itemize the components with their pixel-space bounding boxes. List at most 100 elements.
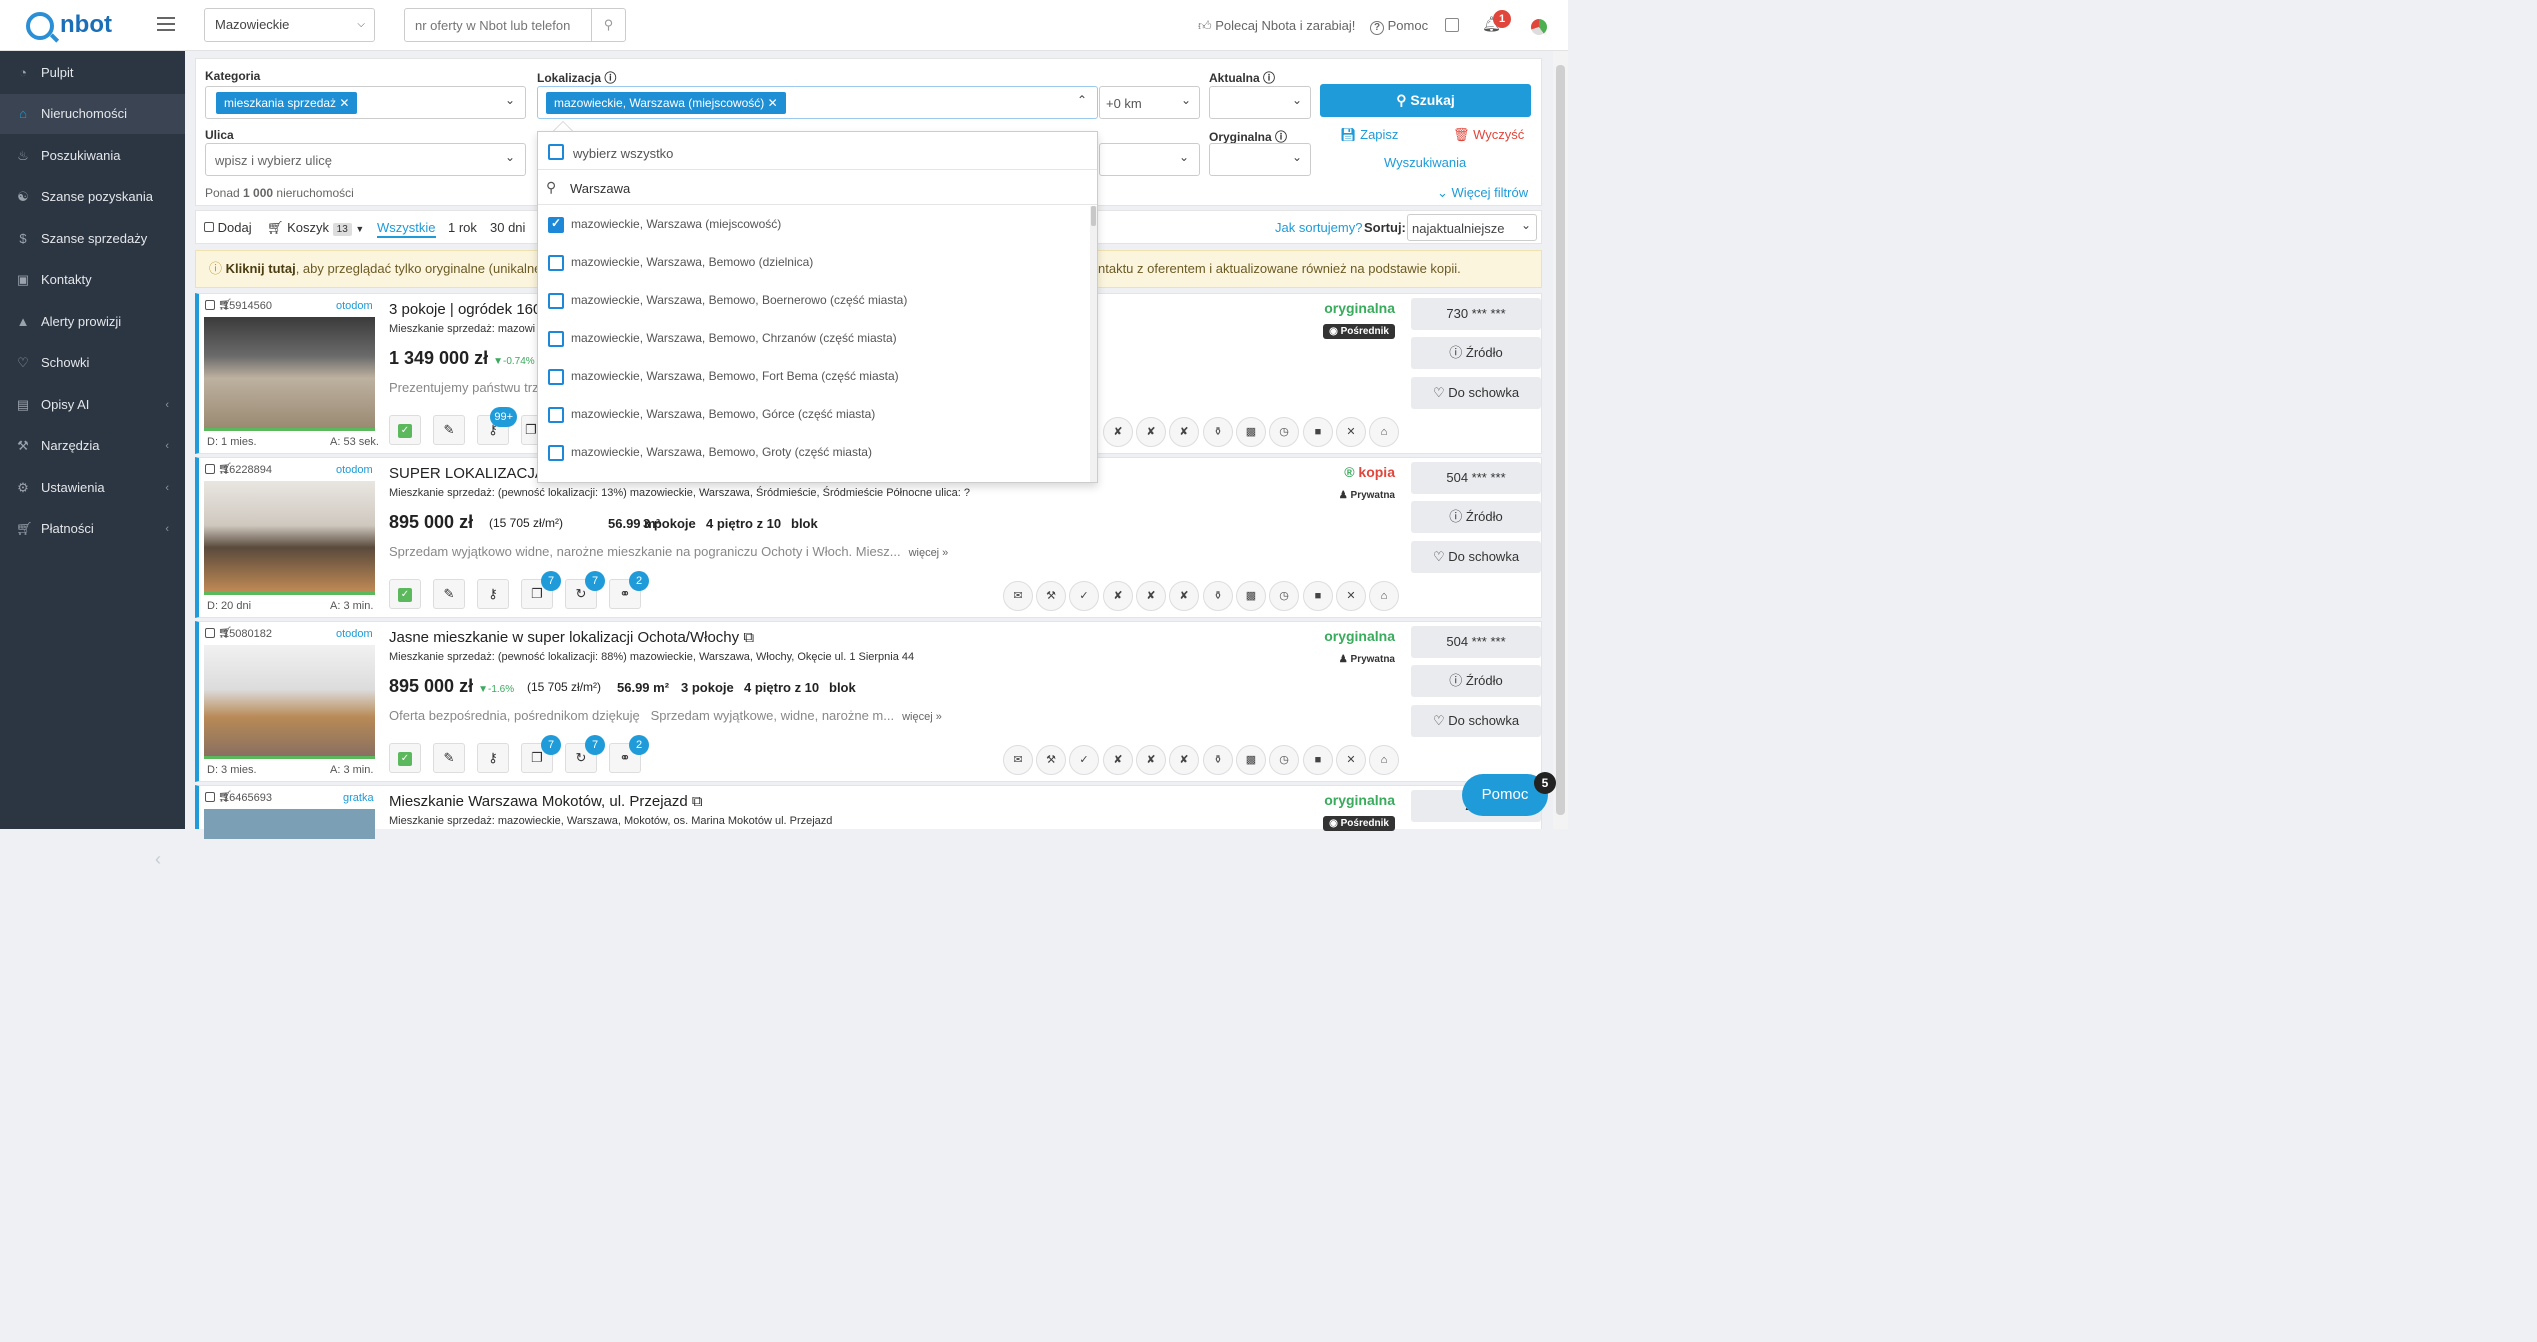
- sidebar-item-nieruchomosci[interactable]: ⌂ Nieruchomości: [0, 94, 185, 134]
- edit-icon[interactable]: ✎: [433, 415, 465, 445]
- dropdown-scrollbar[interactable]: [1090, 206, 1097, 482]
- location-option[interactable]: mazowieckie, Warszawa, Bemowo (dzielnica…: [538, 244, 1090, 282]
- key-icon[interactable]: ⚱: [1203, 417, 1233, 447]
- listing-photo[interactable]: [204, 481, 375, 595]
- more-filters-link[interactable]: ⌄ Więcej filtrów: [1437, 185, 1528, 201]
- phone-button[interactable]: 730 *** ***: [1411, 298, 1541, 330]
- copy-icon[interactable]: ❐ 7: [521, 571, 561, 609]
- close-icon[interactable]: ✕: [768, 96, 778, 110]
- save-to-clipboard-button[interactable]: ♡ Do schowka: [1411, 705, 1541, 737]
- edit-icon[interactable]: ✎: [433, 743, 465, 773]
- duplicates-icon[interactable]: ⚷ 99+: [477, 407, 517, 445]
- location-filter-input[interactable]: Warszawa: [570, 181, 630, 196]
- action-icon[interactable]: ✘: [1103, 745, 1133, 775]
- clear-link[interactable]: 🗑︎ Wyczyść: [1453, 127, 1524, 143]
- bank-icon[interactable]: ⌂: [1369, 745, 1399, 775]
- sidebar-item-alerty-prowizji[interactable]: ▲ Alerty prowizji: [0, 302, 185, 342]
- save-search-link[interactable]: 💾︎ Zapisz: [1340, 127, 1398, 143]
- location-option[interactable]: mazowieckie, Warszawa, Bemowo, Fort Bema…: [538, 358, 1090, 396]
- location-option[interactable]: mazowieckie, Warszawa, Bemowo, Groty (cz…: [538, 434, 1090, 472]
- help-link[interactable]: ? Pomoc: [1370, 18, 1428, 35]
- refresh-icon[interactable]: ↻ 7: [565, 571, 605, 609]
- status-check-button[interactable]: ✓: [389, 743, 421, 773]
- tab-30-days[interactable]: 30 dni: [490, 220, 525, 235]
- search-button[interactable]: ⚲ Szukaj: [1320, 84, 1531, 117]
- action-icon[interactable]: ✘: [1169, 745, 1199, 775]
- sidebar-item-poszukiwania[interactable]: ♨ Poszukiwania: [0, 136, 185, 176]
- option-checkbox[interactable]: [548, 216, 564, 233]
- street-select[interactable]: wpisz i wybierz ulicę ⌄: [205, 143, 526, 176]
- close-icon[interactable]: ✕: [1336, 745, 1366, 775]
- phone-button[interactable]: 504 *** ***: [1411, 462, 1541, 494]
- searches-link[interactable]: Wyszukiwania: [1384, 155, 1466, 170]
- select-checkbox[interactable]: [205, 464, 215, 474]
- briefcase-icon[interactable]: ▩: [1236, 745, 1266, 775]
- original-select[interactable]: ⌄: [1209, 143, 1311, 176]
- status-check-button[interactable]: ✓: [389, 579, 421, 609]
- sort-select[interactable]: najaktualniejsze ⌄: [1407, 214, 1537, 241]
- action-icon[interactable]: ✘: [1136, 745, 1166, 775]
- search-icon[interactable]: ⚲: [591, 9, 625, 41]
- location-option[interactable]: mazowieckie, Warszawa, Bemowo, Boernerow…: [538, 282, 1090, 320]
- listing-source[interactable]: otodom: [336, 300, 373, 312]
- bank-icon[interactable]: ⌂: [1369, 581, 1399, 611]
- calendar-icon[interactable]: [1445, 18, 1459, 32]
- tab-all[interactable]: Wszystkie: [377, 220, 436, 238]
- action-icon[interactable]: ✘: [1136, 417, 1166, 447]
- category-select[interactable]: mieszkania sprzedaż ✕ ⌄: [205, 86, 526, 119]
- listing-photo[interactable]: [204, 645, 375, 759]
- close-icon[interactable]: ✕: [339, 96, 349, 110]
- sidebar-item-ustawienia[interactable]: ⚙ Ustawienia ‹: [0, 468, 185, 508]
- recommend-link[interactable]: 👍︎ Polecaj Nbota i zarabiaj!: [1198, 18, 1355, 34]
- listing-card[interactable]: 🛒︎ 16465693 gratka Mieszkanie Warszawa M…: [195, 785, 1542, 839]
- check-icon[interactable]: ✓: [1069, 581, 1099, 611]
- current-select[interactable]: ⌄: [1209, 86, 1311, 119]
- select-all-checkbox[interactable]: [548, 144, 564, 160]
- listing-source[interactable]: otodom: [336, 464, 373, 476]
- link-icon[interactable]: ⚭ 2: [609, 571, 649, 609]
- avatar[interactable]: [1531, 19, 1547, 35]
- save-to-clipboard-button[interactable]: ♡ Do schowka: [1411, 541, 1541, 573]
- more-link[interactable]: więcej »: [902, 711, 942, 723]
- close-icon[interactable]: ✕: [1336, 417, 1366, 447]
- lock-icon[interactable]: ■: [1303, 581, 1333, 611]
- sidebar-item-szanse-pozyskania[interactable]: ☯ Szanse pozyskania: [0, 177, 185, 217]
- close-icon[interactable]: ✕: [1336, 581, 1366, 611]
- help-chat-button[interactable]: Pomoc 5: [1462, 772, 1556, 816]
- more-link[interactable]: więcej »: [909, 547, 949, 559]
- select-checkbox[interactable]: [205, 792, 215, 802]
- sidebar-item-opisy-ai[interactable]: ▤ Opisy AI ‹: [0, 385, 185, 425]
- listing-title[interactable]: Mieszkanie Warszawa Mokotów, ul. Przejaz…: [389, 793, 703, 810]
- sidebar-item-kontakty[interactable]: ▣ Kontakty: [0, 260, 185, 300]
- duplicates-icon[interactable]: ⚷: [477, 579, 509, 609]
- key-icon[interactable]: ⚱: [1203, 745, 1233, 775]
- location-option[interactable]: mazowieckie, Warszawa, Bemowo, Górce (cz…: [538, 396, 1090, 434]
- listing-title[interactable]: SUPER LOKALIZACJA N: [389, 465, 559, 482]
- region-select[interactable]: Mazowieckie ⌵: [204, 8, 375, 42]
- refresh-icon[interactable]: ↻ 7: [565, 735, 605, 773]
- duplicates-icon[interactable]: ⚷: [477, 743, 509, 773]
- sidebar-collapse-icon[interactable]: ‹: [155, 849, 161, 870]
- add-checkbox[interactable]: Dodaj: [204, 220, 252, 235]
- listing-title[interactable]: 3 pokoje | ogródek 160: [389, 301, 541, 318]
- option-checkbox[interactable]: [548, 293, 564, 309]
- option-checkbox[interactable]: [548, 407, 564, 423]
- clock-icon[interactable]: ◷: [1269, 581, 1299, 611]
- edit-icon[interactable]: ✎: [433, 579, 465, 609]
- select-checkbox[interactable]: [205, 628, 215, 638]
- option-checkbox[interactable]: [548, 331, 564, 347]
- bank-icon[interactable]: ⌂: [1369, 417, 1399, 447]
- save-to-clipboard-button[interactable]: ♡ Do schowka: [1411, 377, 1541, 409]
- listing-source[interactable]: otodom: [336, 628, 373, 640]
- envelope-icon[interactable]: ✉: [1003, 745, 1033, 775]
- extra-select[interactable]: ⌄: [1099, 143, 1200, 176]
- menu-toggle-icon[interactable]: [157, 17, 175, 31]
- option-checkbox[interactable]: [548, 369, 564, 385]
- status-check-button[interactable]: ✓: [389, 415, 421, 445]
- check-icon[interactable]: ✓: [1069, 745, 1099, 775]
- sidebar-item-szanse-sprzedazy[interactable]: $ Szanse sprzedaży: [0, 219, 185, 259]
- listing-title[interactable]: Jasne mieszkanie w super lokalizacji Och…: [389, 629, 754, 646]
- offer-search-input[interactable]: [405, 9, 591, 41]
- gavel-icon[interactable]: ⚒: [1036, 581, 1066, 611]
- page-scrollbar[interactable]: [1553, 51, 1568, 829]
